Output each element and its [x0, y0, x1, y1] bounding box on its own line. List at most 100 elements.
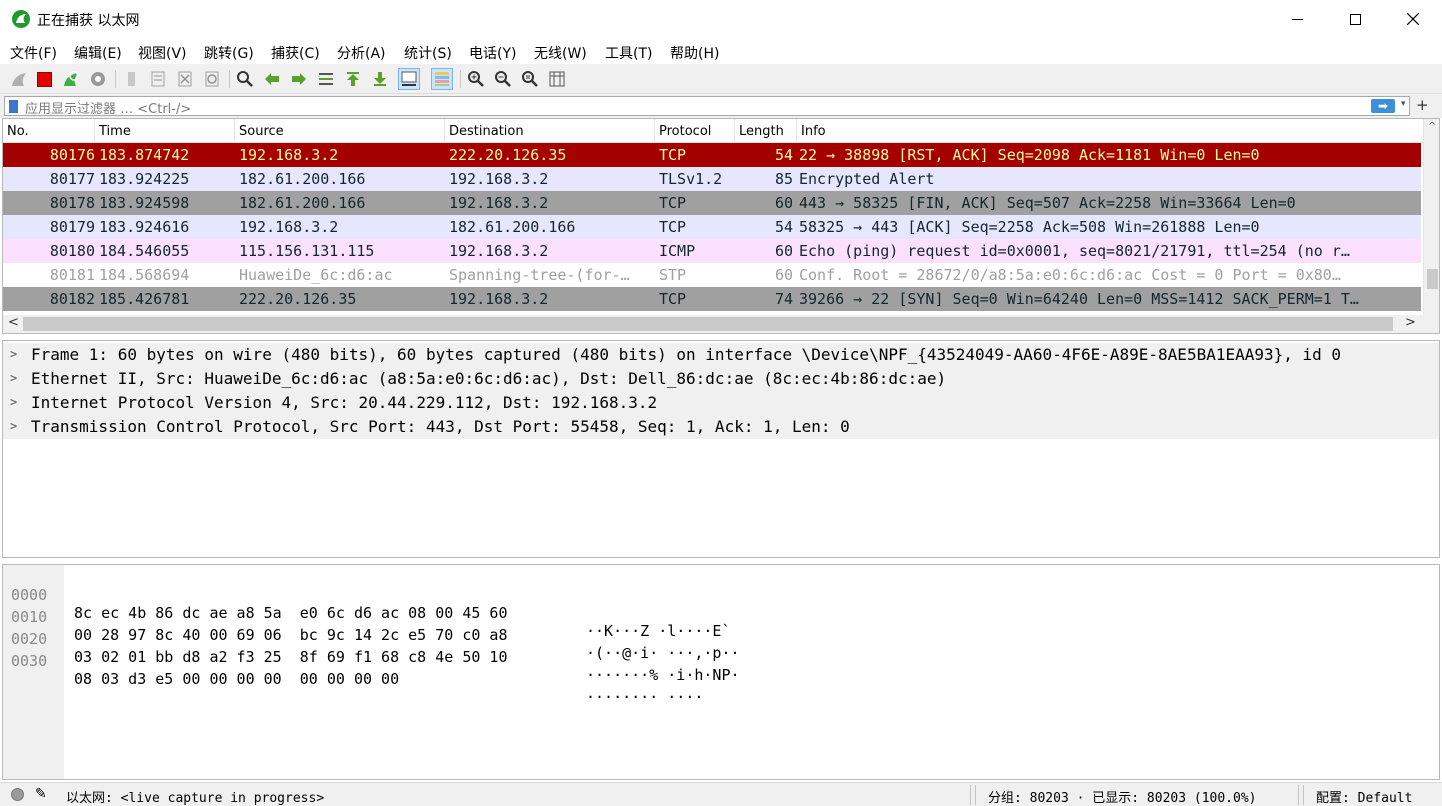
packet-row[interactable]: 80176 183.874742 192.168.3.2 222.20.126.35 T… — [3, 143, 1421, 167]
cell-source: 182.61.200.166 — [239, 194, 366, 212]
column-header-time[interactable]: Time — [95, 119, 235, 143]
bytes-hex[interactable]: 08 03 d3 e5 00 00 00 00 00 00 00 00 — [74, 670, 399, 688]
expand-arrow-icon[interactable]: > — [10, 395, 17, 409]
bytes-ascii[interactable]: ·(··@·i· ···,·p·· — [586, 644, 740, 662]
bytes-ascii[interactable]: ········ ···· — [586, 688, 703, 706]
display-filter-input[interactable]: 应用显示过滤器 … <Ctrl-/> ➡ ▾ — [4, 96, 1410, 117]
column-header-source[interactable]: Source — [235, 119, 445, 143]
go-forward-icon[interactable] — [288, 68, 310, 90]
go-to-packet-icon[interactable] — [315, 68, 337, 90]
bytes-hex[interactable]: 8c ec 4b 86 dc ae a8 5a e0 6c d6 ac 08 0… — [74, 604, 507, 622]
edit-comment-icon[interactable]: ✎ — [35, 786, 47, 802]
close-button[interactable] — [1384, 0, 1442, 38]
go-back-icon[interactable] — [261, 68, 283, 90]
shark-fin-start-icon[interactable] — [8, 68, 30, 90]
column-header-protocol[interactable]: Protocol — [655, 119, 735, 143]
open-file-icon[interactable] — [120, 68, 142, 90]
packet-row[interactable]: 80179 183.924616 192.168.3.2 182.61.200.166… — [3, 215, 1421, 239]
menu-statistics[interactable]: 统计(S) — [404, 43, 452, 63]
packet-row[interactable]: 80181 184.568694 HuaweiDe_6c:d6:ac Spanning… — [3, 263, 1421, 287]
column-header-length[interactable]: Length — [735, 119, 797, 143]
find-packet-icon[interactable] — [234, 68, 256, 90]
normal-size-icon[interactable] — [519, 68, 541, 90]
packet-details-tree[interactable]: > Frame 1: 60 bytes on wire (480 bits), … — [2, 340, 1440, 558]
cell-no: 80182 — [49, 290, 95, 308]
status-bar: ✎ 以太网: <live capture in progress> 分组: 80… — [0, 782, 1442, 806]
filter-history-dropdown-icon[interactable]: ▾ — [1401, 99, 1406, 109]
profile-status[interactable]: 配置: Default — [1316, 787, 1412, 806]
add-filter-button-icon[interactable]: + — [1416, 96, 1429, 114]
column-header-destination[interactable]: Destination — [445, 119, 655, 143]
reload-file-icon[interactable] — [201, 68, 223, 90]
capture-status-led-icon[interactable] — [11, 788, 24, 801]
expand-arrow-icon[interactable]: > — [10, 371, 17, 385]
menu-wireless[interactable]: 无线(W) — [534, 43, 587, 63]
cell-time: 183.924225 — [99, 170, 190, 188]
cell-source: HuaweiDe_6c:d6:ac — [239, 266, 393, 284]
apply-filter-button[interactable]: ➡ — [1371, 99, 1395, 113]
packet-list-vertical-scrollbar[interactable]: ^ — [1423, 119, 1439, 315]
stop-capture-icon[interactable] — [33, 68, 55, 90]
zoom-out-icon[interactable] — [492, 68, 514, 90]
menu-capture[interactable]: 捕获(C) — [271, 43, 320, 63]
cell-info: 443 → 58325 [FIN, ACK] Seq=507 Ack=2258 … — [799, 194, 1296, 212]
save-file-icon[interactable] — [147, 68, 169, 90]
packet-list[interactable]: No. Time Source Destination Protocol Len… — [2, 118, 1440, 334]
tree-item-label: Ethernet II, Src: HuaweiDe_6c:d6:ac (a8:… — [31, 369, 947, 388]
close-file-icon[interactable] — [174, 68, 196, 90]
maximize-button[interactable] — [1326, 0, 1384, 38]
tree-item-ethernet[interactable]: > Ethernet II, Src: HuaweiDe_6c:d6:ac (a… — [3, 367, 1439, 391]
zoom-in-icon[interactable] — [465, 68, 487, 90]
scroll-right-icon[interactable]: > — [1405, 315, 1416, 330]
cell-info: 39266 → 22 [SYN] Seq=0 Win=64240 Len=0 M… — [799, 290, 1359, 308]
colorize-icon[interactable] — [431, 68, 453, 90]
minimize-button[interactable] — [1268, 0, 1326, 38]
menu-tools[interactable]: 工具(T) — [605, 43, 652, 63]
resize-columns-icon[interactable] — [546, 68, 568, 90]
cell-destination: Spanning-tree-(for-… — [449, 266, 630, 284]
packet-row[interactable]: 80177 183.924225 182.61.200.166 192.168.3.2… — [3, 167, 1421, 191]
horizontal-scroll-thumb[interactable] — [23, 317, 1393, 331]
scroll-up-icon[interactable]: ^ — [1428, 121, 1436, 132]
expand-arrow-icon[interactable]: > — [10, 347, 17, 361]
tree-item-label: Internet Protocol Version 4, Src: 20.44.… — [31, 393, 658, 412]
cell-length: 85 — [774, 170, 793, 188]
restart-capture-icon[interactable] — [60, 68, 82, 90]
capture-status-text: 以太网: <live capture in progress> — [66, 791, 325, 806]
cell-destination: 192.168.3.2 — [449, 242, 549, 260]
cell-time: 183.874742 — [99, 146, 190, 164]
cell-info: Encrypted Alert — [799, 170, 935, 188]
menu-go[interactable]: 跳转(G) — [204, 43, 254, 63]
bytes-ascii[interactable]: ··K···Z ·l····E` — [586, 622, 731, 640]
packet-row[interactable]: 80180 184.546055 115.156.131.115 192.168.3.… — [3, 239, 1421, 263]
display-filter-placeholder[interactable]: 应用显示过滤器 … <Ctrl-/> — [25, 98, 925, 117]
column-header-no[interactable]: No. — [3, 119, 95, 143]
bytes-hex[interactable]: 00 28 97 8c 40 00 69 06 bc 9c 14 2c e5 7… — [74, 626, 507, 644]
packet-bytes-pane[interactable]: 0000 8c ec 4b 86 dc ae a8 5a e0 6c d6 ac… — [2, 564, 1440, 780]
scroll-left-icon[interactable]: < — [8, 315, 19, 330]
expand-arrow-icon[interactable]: > — [10, 419, 17, 433]
column-header-info[interactable]: Info — [797, 119, 1423, 143]
packet-row[interactable]: 80178 183.924598 182.61.200.166 192.168.3.2… — [3, 191, 1421, 215]
last-packet-icon[interactable] — [369, 68, 391, 90]
menu-analyze[interactable]: 分析(A) — [337, 43, 386, 63]
autoscroll-icon[interactable] — [398, 68, 420, 90]
tree-item-ipv4[interactable]: > Internet Protocol Version 4, Src: 20.4… — [3, 391, 1439, 415]
bytes-ascii[interactable]: ·······% ·i·h·NP· — [586, 666, 740, 684]
packet-list-horizontal-scrollbar[interactable]: < > — [3, 315, 1439, 333]
tree-item-frame[interactable]: > Frame 1: 60 bytes on wire (480 bits), … — [3, 343, 1439, 367]
cell-destination: 182.61.200.166 — [449, 218, 576, 236]
menu-edit[interactable]: 编辑(E) — [74, 43, 122, 63]
filter-bookmark-icon[interactable] — [9, 100, 18, 113]
tree-item-tcp[interactable]: > Transmission Control Protocol, Src Por… — [3, 415, 1439, 439]
packet-row[interactable]: 80182 185.426781 222.20.126.35 192.168.3.2 T… — [3, 287, 1421, 311]
first-packet-icon[interactable] — [342, 68, 364, 90]
menu-view[interactable]: 视图(V) — [138, 43, 187, 63]
vertical-scroll-thumb[interactable] — [1427, 269, 1438, 289]
menu-telephony[interactable]: 电话(Y) — [469, 43, 516, 63]
menu-file[interactable]: 文件(F) — [10, 43, 57, 63]
cell-source: 182.61.200.166 — [239, 170, 366, 188]
capture-options-icon[interactable] — [87, 68, 109, 90]
menu-help[interactable]: 帮助(H) — [670, 43, 719, 63]
bytes-hex[interactable]: 03 02 01 bb d8 a2 f3 25 8f 69 f1 68 c8 4… — [74, 648, 507, 666]
